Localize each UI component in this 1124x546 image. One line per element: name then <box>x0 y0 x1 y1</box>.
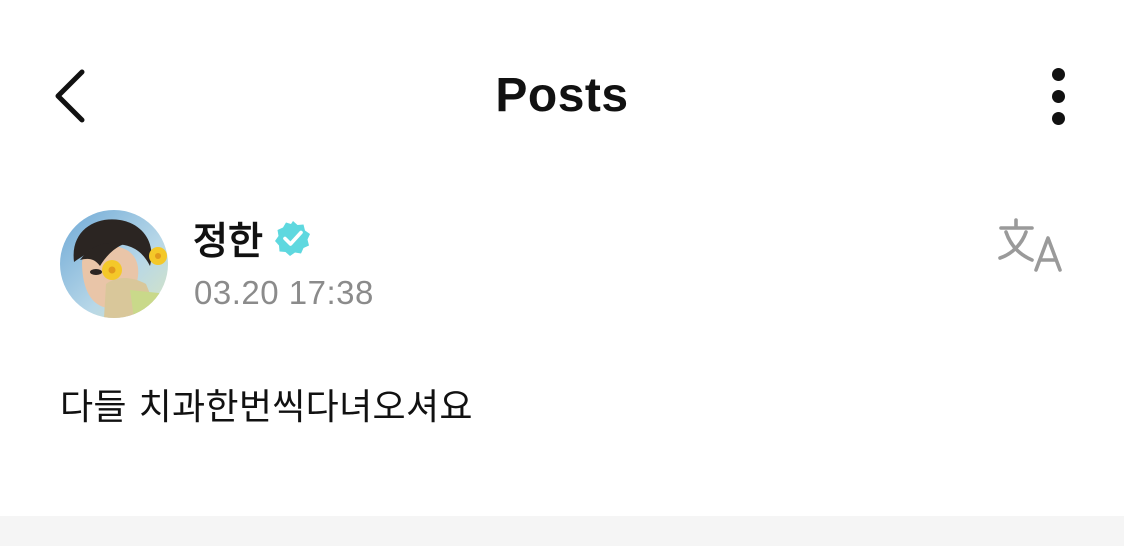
avatar[interactable] <box>60 210 168 318</box>
translate-icon <box>998 218 1062 272</box>
page-title: Posts <box>495 69 629 122</box>
section-divider <box>0 516 1124 546</box>
more-vertical-icon <box>1052 68 1065 81</box>
profile-photo <box>60 210 168 318</box>
more-vertical-icon-dot <box>1052 90 1065 103</box>
more-vertical-icon-dot <box>1052 112 1065 125</box>
translate-button[interactable] <box>996 216 1070 274</box>
posts-screen: Posts 정한 03.20 17:38 다들 치과한번씩다녀오셔요 <box>0 0 1124 546</box>
author-name[interactable]: 정한 <box>193 210 263 265</box>
post-body-text: 다들 치과한번씩다녀오셔요 <box>60 387 473 428</box>
post-timestamp: 03.20 17:38 <box>194 274 374 311</box>
more-options-button[interactable] <box>1036 64 1080 130</box>
verified-badge-icon <box>274 219 312 257</box>
top-bar: Posts <box>0 0 1124 190</box>
